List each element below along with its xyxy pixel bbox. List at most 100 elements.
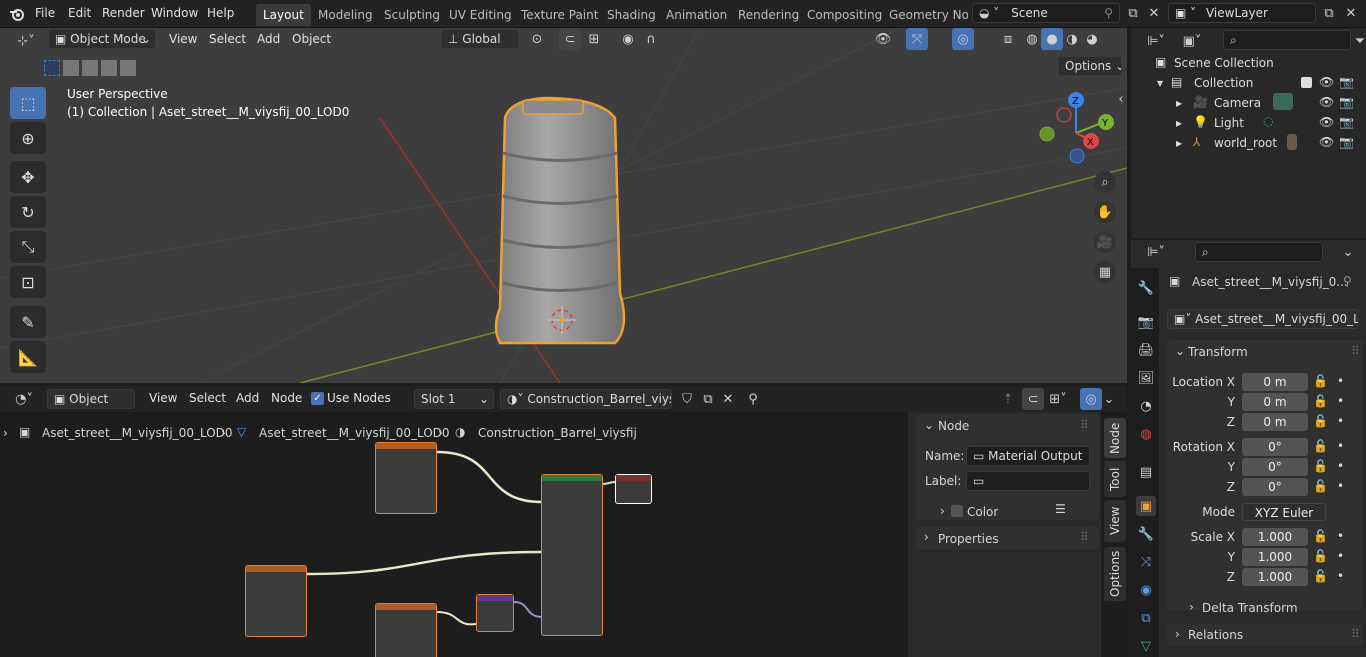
- proportional-edit-icon[interactable]: ◉: [617, 28, 639, 50]
- new-scene-icon[interactable]: ⧉: [1122, 2, 1144, 24]
- vp-menu-add[interactable]: Add: [257, 32, 280, 46]
- menu-help[interactable]: Help: [207, 6, 234, 20]
- snap-target-icon[interactable]: ⊞˅: [1044, 388, 1072, 410]
- drag-handle-icon[interactable]: ⠿: [1351, 627, 1360, 641]
- visibility-icon[interactable]: 👁: [872, 28, 894, 50]
- orientation-dropdown[interactable]: ⊥ Global: [441, 29, 519, 49]
- tab-animation[interactable]: Animation: [659, 4, 734, 26]
- outliner-scene-collection[interactable]: ▣ Scene Collection: [1131, 53, 1366, 73]
- rotation-x-field[interactable]: 0°: [1242, 438, 1308, 456]
- select-extend-icon[interactable]: [63, 60, 79, 76]
- tab-sculpting[interactable]: Sculpting: [377, 4, 447, 26]
- render-camera-icon[interactable]: 📷: [1339, 115, 1354, 129]
- relations-title[interactable]: Relations: [1188, 628, 1243, 642]
- delete-view-layer-icon[interactable]: ✕: [1340, 2, 1362, 24]
- 3d-viewport[interactable]: Z Y X ⊹˅ ▣ Object Mode ⌄ View Select Add…: [0, 28, 1127, 383]
- select-intersect-icon[interactable]: [120, 60, 136, 76]
- rotate-tool[interactable]: ↻: [10, 196, 46, 228]
- view-layer-tab-icon[interactable]: 🖼: [1136, 368, 1156, 388]
- overlay-icon[interactable]: ◎: [952, 28, 974, 50]
- physics-tab-icon[interactable]: ◉: [1136, 580, 1156, 600]
- breadcrumb-object[interactable]: Aset_street__M_viysfij_00_LOD0: [42, 426, 233, 440]
- material-selector[interactable]: ◑˅ Construction_Barrel_viysfij: [500, 389, 672, 409]
- sidebar-tab-options[interactable]: Options: [1104, 547, 1126, 601]
- drag-handle-icon[interactable]: ⠿: [1351, 344, 1360, 358]
- tab-layout[interactable]: Layout: [256, 4, 311, 26]
- principled-bsdf-node[interactable]: [541, 474, 603, 636]
- pivot-icon[interactable]: ⊙: [526, 28, 548, 50]
- expand-arrow-icon[interactable]: ▾: [1157, 76, 1163, 90]
- menu-file[interactable]: File: [35, 6, 55, 20]
- lock-icon[interactable]: 🔓: [1313, 439, 1328, 453]
- object-mode-dropdown[interactable]: ▣ Object Mode ⌄: [48, 29, 156, 49]
- delete-scene-icon[interactable]: ✕: [1143, 2, 1165, 24]
- color-checkbox[interactable]: [951, 505, 963, 517]
- zoom-icon[interactable]: ⌕: [1094, 171, 1116, 193]
- image-texture-node[interactable]: [245, 565, 307, 637]
- lock-icon[interactable]: 🔓: [1313, 459, 1328, 473]
- transform-tool[interactable]: ⊡: [10, 266, 46, 298]
- wireframe-shading-icon[interactable]: ◍: [1021, 28, 1043, 50]
- scale-tool[interactable]: ⤡: [10, 231, 46, 263]
- snap-icon[interactable]: ⊂: [1022, 388, 1044, 410]
- collection-tab-icon[interactable]: ▤: [1136, 462, 1156, 482]
- chevron-down-icon[interactable]: ⌄: [1102, 388, 1116, 410]
- ortho-grid-icon[interactable]: ▦: [1094, 261, 1116, 283]
- outliner-item-world-root[interactable]: ▸ ⅄ world_root 👁 📷: [1131, 133, 1366, 153]
- object-data-icon[interactable]: [1287, 134, 1297, 150]
- tab-shading[interactable]: Shading: [600, 4, 663, 26]
- select-mode-icons[interactable]: [44, 57, 144, 79]
- tab-geometry-nodes[interactable]: Geometry Noc: [882, 4, 968, 26]
- sidebar-tab-node[interactable]: Node: [1104, 418, 1126, 458]
- xray-icon[interactable]: ⧈: [997, 28, 1019, 50]
- outliner-search-input[interactable]: ⌕: [1223, 30, 1351, 50]
- select-subtract-icon[interactable]: [82, 60, 98, 76]
- keyframe-dot-icon[interactable]: •: [1337, 479, 1344, 493]
- node-label-field[interactable]: ▭: [966, 471, 1090, 491]
- lock-icon[interactable]: 🔓: [1313, 569, 1328, 583]
- gizmo-toggle-icon[interactable]: ⤧: [906, 28, 928, 50]
- keyframe-dot-icon[interactable]: •: [1337, 569, 1344, 583]
- rendered-shading-icon[interactable]: ◕: [1081, 28, 1103, 50]
- node-color-label[interactable]: Color: [967, 505, 998, 519]
- drag-handle-icon[interactable]: ⠿: [1080, 418, 1089, 432]
- camera-view-icon[interactable]: 🎥: [1094, 231, 1116, 253]
- material-shading-icon[interactable]: ◑: [1061, 28, 1083, 50]
- cursor-tool[interactable]: ⊕: [10, 122, 46, 154]
- eye-icon[interactable]: 👁: [1319, 115, 1334, 129]
- eye-icon[interactable]: 👁: [1319, 75, 1334, 89]
- scene-tab-icon[interactable]: ◔: [1136, 396, 1156, 416]
- menu-render[interactable]: Render: [102, 6, 145, 20]
- expand-arrow-icon[interactable]: ▸: [1176, 116, 1182, 130]
- sidebar-toggle-icon[interactable]: ‹: [1115, 88, 1127, 110]
- rotation-y-field[interactable]: 0°: [1242, 458, 1308, 476]
- tab-compositing[interactable]: Compositing: [800, 4, 889, 26]
- normal-map-node[interactable]: [476, 594, 514, 632]
- particles-tab-icon[interactable]: ⤨: [1136, 552, 1156, 572]
- lock-icon[interactable]: 🔓: [1313, 479, 1328, 493]
- move-tool[interactable]: ✥: [10, 161, 46, 193]
- display-mode-icon[interactable]: ▣˅: [1177, 30, 1207, 52]
- blender-logo-icon[interactable]: [6, 3, 28, 25]
- select-box-tool[interactable]: ⬚: [10, 87, 46, 119]
- tab-texture-paint[interactable]: Texture Paint: [514, 4, 605, 26]
- solid-shading-icon[interactable]: ●: [1041, 28, 1063, 50]
- keyframe-dot-icon[interactable]: •: [1337, 374, 1344, 388]
- tab-modeling[interactable]: Modeling: [311, 4, 380, 26]
- props-editor-type-icon[interactable]: ⊫˅: [1141, 241, 1171, 263]
- world-tab-icon[interactable]: ◍: [1136, 424, 1156, 444]
- breadcrumb-material[interactable]: Construction_Barrel_viysfij: [478, 426, 637, 440]
- pin-icon[interactable]: ⚲: [742, 388, 764, 410]
- expand-arrow-icon[interactable]: ›: [1189, 600, 1194, 614]
- lock-icon[interactable]: 🔓: [1313, 549, 1328, 563]
- rotation-mode-dropdown[interactable]: XYZ Euler: [1242, 503, 1326, 521]
- render-camera-icon[interactable]: 📷: [1339, 95, 1354, 109]
- pan-hand-icon[interactable]: ✋: [1094, 201, 1116, 223]
- expand-arrow-icon[interactable]: ▸: [1176, 136, 1182, 150]
- overlay-icon[interactable]: ◎: [1080, 388, 1102, 410]
- lock-icon[interactable]: 🔓: [1313, 374, 1328, 388]
- tab-rendering[interactable]: Rendering: [731, 4, 806, 26]
- options-dropdown[interactable]: Options ⌄: [1058, 56, 1122, 76]
- transform-title[interactable]: Transform: [1188, 345, 1248, 359]
- outliner-editor-type-icon[interactable]: ⊫˅: [1141, 30, 1171, 52]
